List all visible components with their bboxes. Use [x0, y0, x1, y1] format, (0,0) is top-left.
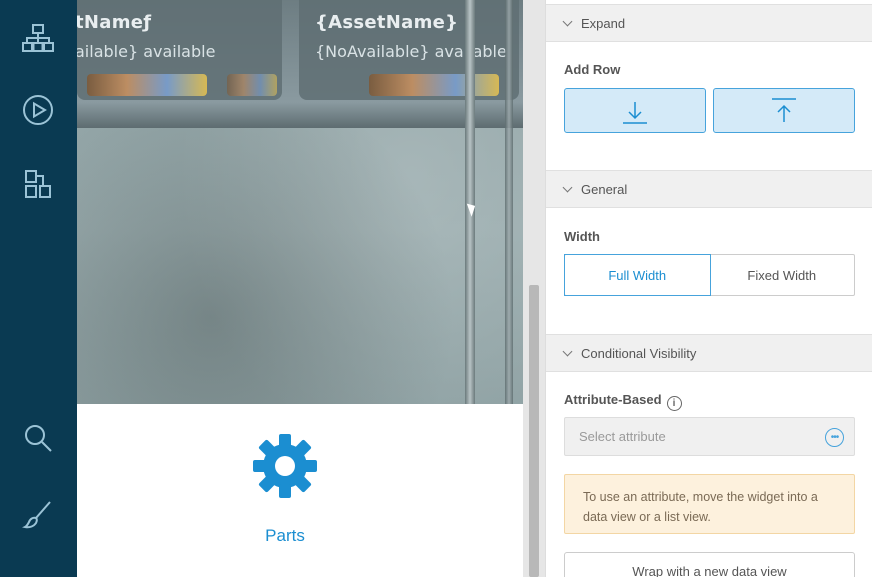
fixed-width-option[interactable]: Fixed Width: [710, 255, 855, 295]
wrap-data-view-button[interactable]: Wrap with a new data view: [564, 552, 855, 577]
asset-availability: ailable} available: [77, 42, 216, 61]
gear-icon: [253, 434, 317, 498]
brush-icon[interactable]: [18, 494, 58, 534]
left-rail: [0, 0, 77, 577]
play-icon[interactable]: [18, 90, 58, 130]
asset-name: {AssetName}: [315, 12, 459, 33]
conditional-visibility-header[interactable]: Conditional Visibility: [546, 334, 872, 372]
asset-name: tNameƒ: [77, 12, 152, 33]
attribute-based-label: Attribute-Based i: [564, 392, 682, 411]
attribute-label-text: Attribute-Based: [564, 392, 662, 407]
phone-image: [227, 74, 277, 96]
chevron-down-icon: [562, 346, 573, 356]
properties-panel: Expand Add Row General Width Full Width …: [545, 0, 872, 577]
structure-icon[interactable]: [18, 18, 58, 58]
info-icon[interactable]: i: [666, 396, 682, 411]
attribute-placeholder: Select attribute: [579, 429, 666, 444]
section-title: General: [581, 181, 628, 197]
search-icon[interactable]: [18, 418, 58, 458]
parts-label: Parts: [265, 526, 305, 545]
width-toggle: Full Width Fixed Width: [564, 254, 855, 296]
section-title: Expand: [581, 15, 626, 31]
general-section-header[interactable]: General: [546, 170, 872, 208]
add-row-above-button[interactable]: [713, 88, 855, 133]
add-row-label: Add Row: [564, 62, 621, 77]
parts-card[interactable]: Parts: [77, 404, 523, 577]
phone-image: [369, 74, 499, 96]
chevron-down-icon: [562, 16, 573, 26]
expand-section-header[interactable]: Expand: [546, 4, 872, 42]
attribute-select[interactable]: Select attribute •••: [564, 417, 855, 456]
page-canvas: tNameƒ ailable} available {AssetName} {N…: [77, 0, 523, 577]
chevron-down-icon: [562, 182, 573, 192]
scroll-thumb[interactable]: [529, 285, 539, 577]
asset-availability: {NoAvailable} available: [315, 42, 507, 61]
pages-icon[interactable]: [18, 164, 58, 204]
attribute-warning: To use an attribute, move the widget int…: [564, 474, 855, 534]
canvas-scrollbar[interactable]: [523, 0, 545, 577]
section-title: Conditional Visibility: [581, 345, 697, 361]
add-row-above-icon: [772, 97, 796, 122]
width-label: Width: [564, 229, 600, 244]
more-options-icon[interactable]: •••: [825, 428, 844, 447]
add-row-below-button[interactable]: [564, 88, 706, 133]
full-width-option[interactable]: Full Width: [564, 254, 711, 296]
add-row-below-icon: [623, 101, 647, 124]
phone-image: [87, 74, 207, 96]
pipe-decoration: [505, 0, 513, 405]
